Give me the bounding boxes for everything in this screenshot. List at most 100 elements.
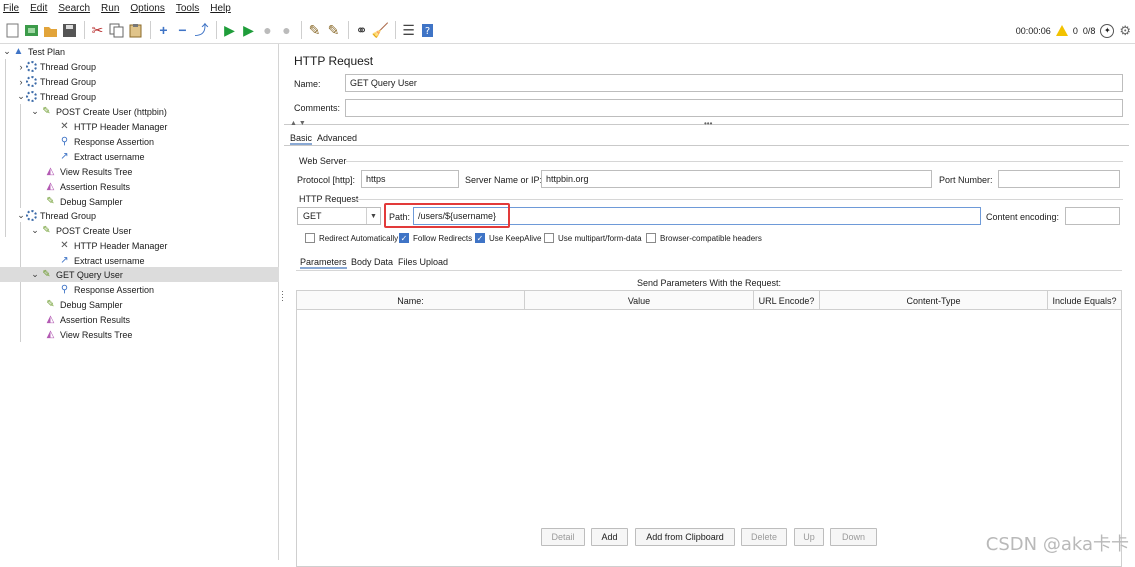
- tab-body-data[interactable]: Body Data: [351, 257, 393, 267]
- tree-node-extract-username[interactable]: ↗ Extract username: [58, 253, 144, 268]
- tree-node-get-query-user[interactable]: ⌄ ✎ GET Query User: [0, 267, 279, 282]
- collapse-arrows-icon[interactable]: ▲ ▼: [290, 120, 306, 127]
- checkbox-box: [544, 233, 554, 243]
- test-plan-icon: ▲: [13, 46, 24, 57]
- menu-tools[interactable]: Tools: [176, 3, 199, 14]
- stop-icon[interactable]: ●: [259, 22, 276, 39]
- paste-icon[interactable]: [127, 22, 144, 39]
- follow-redirects-checkbox[interactable]: ✓ Follow Redirects: [399, 233, 472, 243]
- column-header-name[interactable]: Name:: [297, 291, 525, 310]
- chevron-down-icon[interactable]: ⌄: [30, 106, 40, 117]
- server-label: Server Name or IP:: [465, 175, 543, 185]
- port-field[interactable]: [998, 170, 1120, 188]
- tree-node-view-results-tree[interactable]: ◭ View Results Tree: [44, 327, 133, 342]
- tree-node-debug-sampler[interactable]: ✎ Debug Sampler: [44, 297, 122, 312]
- browser-compatible-headers-checkbox[interactable]: Browser-compatible headers: [646, 233, 762, 243]
- protocol-field[interactable]: https: [361, 170, 459, 188]
- tab-advanced[interactable]: Advanced: [317, 133, 357, 143]
- save-icon[interactable]: [61, 22, 78, 39]
- comments-field[interactable]: [345, 99, 1123, 117]
- log-icon[interactable]: ⚙: [1119, 23, 1131, 39]
- chevron-down-icon[interactable]: ⌄: [16, 210, 26, 221]
- start-no-pause-icon[interactable]: ▶: [240, 22, 257, 39]
- down-button[interactable]: Down: [830, 528, 877, 546]
- search-icon[interactable]: ⚭: [353, 22, 370, 39]
- chevron-down-icon[interactable]: ⌄: [30, 269, 40, 280]
- column-header-value[interactable]: Value: [525, 291, 754, 310]
- reset-search-icon[interactable]: 🧹: [372, 22, 389, 39]
- tree-node-http-header-manager[interactable]: ✕ HTTP Header Manager: [58, 238, 167, 253]
- tree-node-assertion-results[interactable]: ◭ Assertion Results: [44, 179, 130, 194]
- tree-node-http-header-manager[interactable]: ✕ HTTP Header Manager: [58, 119, 167, 134]
- cut-icon[interactable]: ✂: [89, 22, 106, 39]
- clear-all-icon[interactable]: ✎: [325, 22, 342, 39]
- add-button[interactable]: Add: [591, 528, 628, 546]
- tree-node-test-plan[interactable]: ⌄ ▲ Test Plan: [2, 44, 65, 59]
- menu-help[interactable]: Help: [210, 3, 231, 14]
- tree-node-thread-group[interactable]: › Thread Group: [16, 74, 96, 89]
- tree-node-post-create-user[interactable]: ⌄ ✎ POST Create User: [30, 223, 131, 238]
- start-icon[interactable]: ▶: [221, 22, 238, 39]
- clear-icon[interactable]: ✎: [306, 22, 323, 39]
- tree-node-thread-group[interactable]: ⌄ Thread Group: [16, 89, 96, 104]
- menu-search[interactable]: Search: [58, 3, 90, 14]
- warning-icon[interactable]: [1055, 25, 1068, 36]
- tree-node-post-create-user-httpbin[interactable]: ⌄ ✎ POST Create User (httpbin): [30, 104, 167, 119]
- column-header-content-type[interactable]: Content-Type: [820, 291, 1048, 310]
- tab-basic[interactable]: Basic: [290, 133, 313, 145]
- parameters-table[interactable]: Send Parameters With the Request: Name: …: [296, 278, 1122, 567]
- menu-edit[interactable]: Edit: [30, 3, 47, 14]
- expand-icon[interactable]: +: [155, 22, 172, 39]
- tab-divider: [284, 145, 1129, 146]
- tree-node-debug-sampler[interactable]: ✎ Debug Sampler: [44, 194, 122, 209]
- drag-handle-icon[interactable]: •••: [704, 119, 712, 128]
- menu-options[interactable]: Options: [130, 3, 164, 14]
- sampler-icon: ✎: [42, 225, 51, 236]
- content-encoding-field[interactable]: [1065, 207, 1120, 225]
- menu-file[interactable]: File: [3, 3, 19, 14]
- add-from-clipboard-button[interactable]: Add from Clipboard: [635, 528, 735, 546]
- method-select[interactable]: GET ▼: [297, 207, 381, 225]
- server-field[interactable]: httpbin.org: [541, 170, 932, 188]
- toolbar: ✂ + − ⤴ ▶ ▶ ● ● ✎ ✎ ⚭ 🧹 ☰ ?: [0, 17, 1135, 44]
- chevron-down-icon[interactable]: ⌄: [30, 225, 40, 236]
- tree-node-response-assertion[interactable]: ⚲ Response Assertion: [58, 282, 154, 297]
- tree-node-response-assertion[interactable]: ⚲ Response Assertion: [58, 134, 154, 149]
- column-header-url-encode[interactable]: URL Encode?: [754, 291, 820, 310]
- tree-node-label: GET Query User: [56, 269, 123, 280]
- use-multipart-checkbox[interactable]: Use multipart/form-data: [544, 233, 642, 243]
- chevron-down-icon[interactable]: ⌄: [2, 46, 12, 57]
- tree-node-thread-group[interactable]: ⌄ Thread Group: [16, 208, 96, 223]
- templates-icon[interactable]: [23, 22, 40, 39]
- tree-node-label: POST Create User (httpbin): [56, 106, 167, 117]
- tree-node-extract-username[interactable]: ↗ Extract username: [58, 149, 144, 164]
- menu-run[interactable]: Run: [101, 3, 119, 14]
- tree-guide: [20, 222, 21, 342]
- function-helper-icon[interactable]: ☰: [400, 22, 417, 39]
- tree-node-view-results-tree[interactable]: ◭ View Results Tree: [44, 164, 133, 179]
- use-keepalive-checkbox[interactable]: ✓ Use KeepAlive: [475, 233, 541, 243]
- name-field[interactable]: GET Query User: [345, 74, 1123, 92]
- up-button[interactable]: Up: [794, 528, 824, 546]
- tab-files-upload[interactable]: Files Upload: [398, 257, 448, 267]
- new-icon[interactable]: [4, 22, 21, 39]
- column-header-include-equals[interactable]: Include Equals?: [1048, 291, 1121, 310]
- tab-parameters[interactable]: Parameters: [300, 257, 347, 269]
- remote-icon[interactable]: ✦: [1100, 23, 1115, 38]
- chevron-right-icon[interactable]: ›: [16, 62, 26, 72]
- tree-node-thread-group[interactable]: › Thread Group: [16, 59, 96, 74]
- toolbar-separator: [395, 21, 396, 39]
- detail-button[interactable]: Detail: [541, 528, 585, 546]
- collapse-icon[interactable]: −: [174, 22, 191, 39]
- help-icon[interactable]: ?: [419, 22, 436, 39]
- shutdown-icon[interactable]: ●: [278, 22, 295, 39]
- delete-button[interactable]: Delete: [741, 528, 787, 546]
- toggle-icon[interactable]: ⤴: [193, 22, 210, 39]
- chevron-right-icon[interactable]: ›: [16, 77, 26, 87]
- listener-icon: ◭: [46, 166, 55, 177]
- copy-icon[interactable]: [108, 22, 125, 39]
- open-icon[interactable]: [42, 22, 59, 39]
- tree-node-assertion-results[interactable]: ◭ Assertion Results: [44, 312, 130, 327]
- chevron-down-icon[interactable]: ⌄: [16, 91, 26, 102]
- redirect-automatically-checkbox[interactable]: Redirect Automatically: [305, 233, 398, 243]
